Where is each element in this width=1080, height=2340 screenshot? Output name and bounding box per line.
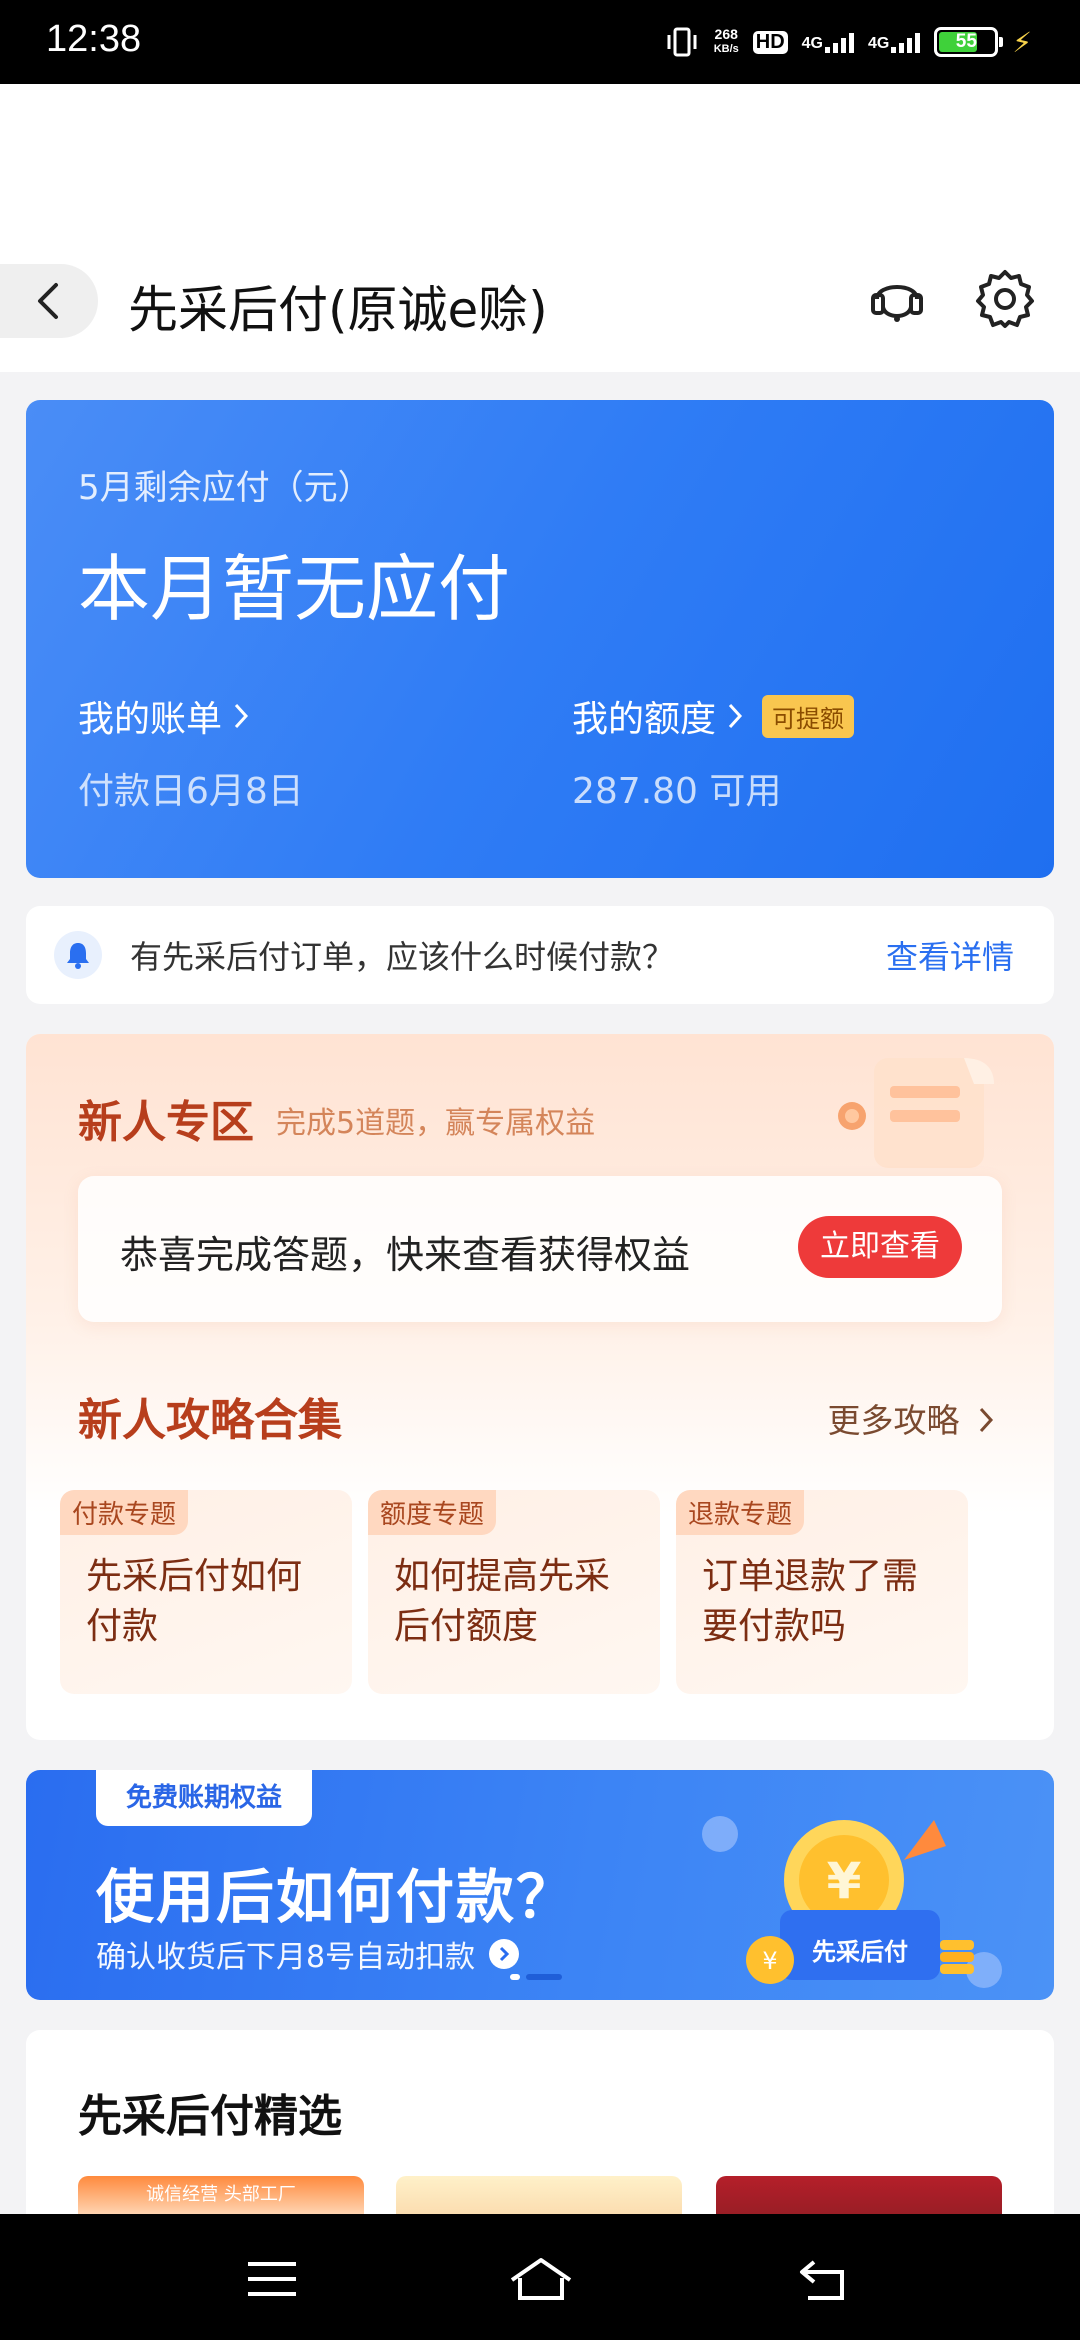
system-nav-bar	[0, 2214, 1080, 2340]
document-illustration-icon	[838, 1058, 994, 1168]
charging-icon: ⚡	[1012, 25, 1032, 59]
arrow-right-icon	[489, 1939, 520, 1969]
status-time: 12:38	[46, 18, 142, 60]
congrats-panel: 恭喜完成答题，快来查看获得权益 立即查看	[78, 1176, 1002, 1322]
hd-icon: HD	[752, 30, 788, 54]
zone-title: 新人专区	[78, 1097, 254, 1148]
signal-icon-sim2: 4G	[868, 31, 921, 53]
carousel-indicator	[510, 1974, 562, 1980]
vibrate-icon	[667, 27, 697, 57]
chevron-left-icon	[38, 283, 58, 319]
page-title: 先采后付(原诚e赊)	[128, 281, 548, 339]
notice-text: 有先采后付订单，应该什么时候付款？	[130, 938, 675, 976]
promo-banner[interactable]: 免费账期权益 使用后如何付款？ 确认收货后下月8号自动扣款 ¥ 先采后付 ¥	[26, 1770, 1054, 2000]
guide-tag: 退款专题	[676, 1490, 805, 1535]
banner-title: 使用后如何付款？	[96, 1863, 577, 1931]
chevron-right-icon	[979, 1407, 994, 1433]
newbie-zone: 新人专区 完成5道题，赢专属权益 恭喜完成答题，快来查看获得权益 立即查看 新人…	[26, 1034, 1054, 1740]
coin-wallet-illustration-icon: ¥ 先采后付 ¥	[702, 1816, 1002, 1988]
zone-subtitle: 完成5道题，赢专属权益	[276, 1106, 596, 1141]
bill-summary-card: 5月剩余应付（元） 本月暂无应付 我的账单 付款日6月8日 我的额度 可提额 2…	[26, 400, 1054, 878]
svg-text:¥: ¥	[827, 1852, 862, 1910]
battery-icon: 55	[934, 27, 1004, 57]
guide-text: 先采后付如何付款	[86, 1556, 303, 1647]
bell-icon	[54, 931, 102, 979]
guide-card-limit[interactable]: 额度专题 如何提高先采后付额度	[368, 1490, 660, 1694]
illustration-label: 先采后付	[812, 1938, 908, 1966]
bill-label: 5月剩余应付（元）	[78, 468, 372, 508]
chevron-right-icon	[728, 703, 743, 729]
payment-notice[interactable]: 有先采后付订单，应该什么时候付款？ 查看详情	[26, 906, 1054, 1004]
home-icon[interactable]	[506, 2254, 576, 2304]
guide-tag: 付款专题	[60, 1490, 189, 1535]
my-bill-link[interactable]: 我的账单	[78, 690, 250, 742]
guide-text: 订单退款了需要付款吗	[702, 1556, 919, 1647]
guide-tag: 额度专题	[368, 1490, 497, 1535]
view-now-button[interactable]: 立即查看	[798, 1216, 962, 1278]
congrats-text: 恭喜完成答题，快来查看获得权益	[120, 1233, 691, 1277]
due-date: 付款日6月8日	[78, 771, 304, 812]
back-button[interactable]	[0, 264, 98, 338]
settings-button[interactable]	[970, 264, 1040, 334]
status-bar: 12:38 268 KB/s HD 4G 4G 55 ⚡	[0, 0, 1080, 84]
guide-card-payment[interactable]: 付款专题 先采后付如何付款	[60, 1490, 352, 1694]
chevron-right-icon	[234, 703, 249, 729]
customer-service-button[interactable]	[862, 264, 932, 334]
view-details-link[interactable]: 查看详情	[886, 932, 1014, 978]
my-limit-link[interactable]: 我的额度 可提额	[572, 690, 855, 742]
available-limit: 287.80 可用	[572, 771, 782, 812]
app-header: 先采后付(原诚e赊)	[0, 84, 1080, 372]
signal-icon-sim1: 4G	[802, 31, 854, 53]
guide-title: 新人攻略合集	[78, 1395, 342, 1446]
banner-tag: 免费账期权益	[96, 1770, 312, 1826]
banner-subtitle: 确认收货后下月8号自动扣款	[96, 1932, 520, 1976]
guide-card-refund[interactable]: 退款专题 订单退款了需要付款吗	[676, 1490, 968, 1694]
limit-tag-badge: 可提额	[762, 694, 855, 738]
back-nav-icon[interactable]	[796, 2254, 856, 2304]
customer-service-icon	[871, 285, 923, 322]
network-speed: 268 KB/s	[713, 26, 739, 56]
gear-icon	[976, 270, 1034, 328]
bill-amount: 本月暂无应付	[78, 547, 511, 631]
product-badge: 诚信经营 头部工厂	[146, 2184, 296, 2205]
more-guides-link[interactable]: 更多攻略	[828, 1394, 995, 1442]
menu-icon[interactable]	[242, 2254, 302, 2304]
guide-text: 如何提高先采后付额度	[394, 1556, 611, 1647]
svg-text:¥: ¥	[762, 1947, 777, 1975]
selection-title: 先采后付精选	[78, 2091, 342, 2142]
status-icons: 268 KB/s HD 4G 4G 55 ⚡	[664, 20, 1032, 64]
